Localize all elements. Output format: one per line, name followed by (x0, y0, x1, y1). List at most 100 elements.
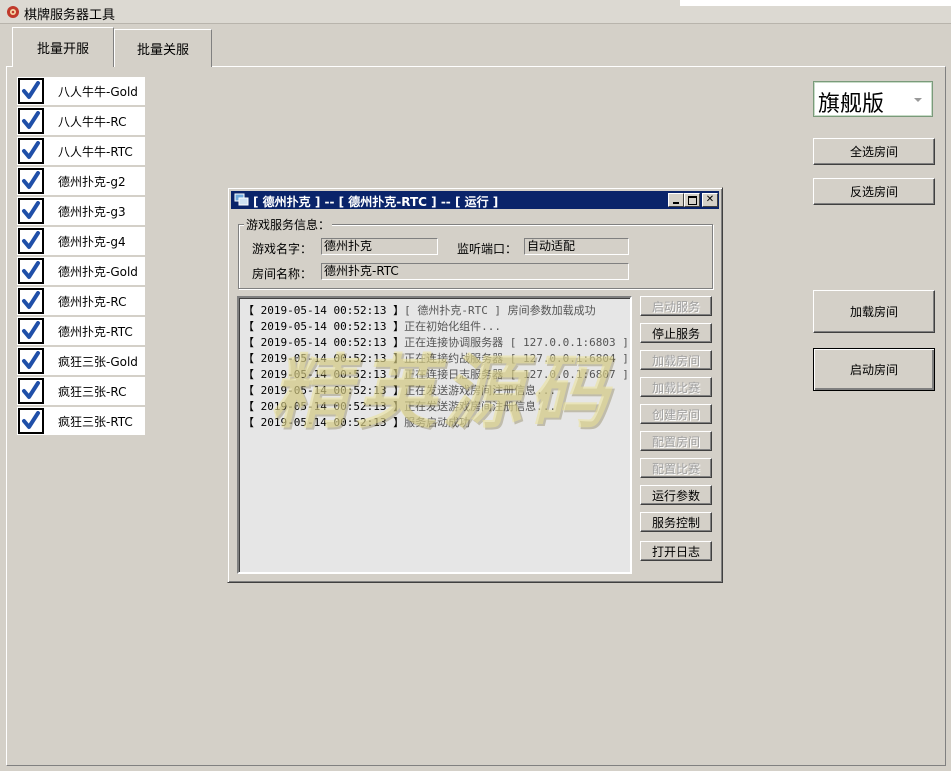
checkbox[interactable] (18, 228, 44, 254)
list-item-label: 疯狂三张-RC (58, 384, 127, 399)
window-title: 棋牌服务器工具 (24, 8, 116, 23)
tab-label: 批量开服 (36, 42, 89, 57)
list-item-label: 德州扑克-g4 (58, 234, 126, 249)
close-button[interactable]: ✕ (702, 193, 718, 207)
checkmark-icon (22, 81, 40, 99)
log-line: 【 2019-05-14 00:52:13 】服务启动成功 (243, 414, 470, 430)
load-room-button[interactable]: 加载房间 (640, 350, 712, 370)
checkbox[interactable] (18, 78, 44, 104)
log-panel[interactable]: 【 2019-05-14 00:52:13 】[ 德州扑克-RTC ] 房间参数… (237, 296, 632, 574)
checkmark-icon (22, 261, 40, 279)
log-line: 【 2019-05-14 00:52:13 】[ 德州扑克-RTC ] 房间参数… (243, 302, 596, 318)
checkbox[interactable] (18, 258, 44, 284)
maximize-button[interactable] (684, 193, 700, 207)
start-rooms-button[interactable]: 启动房间 (813, 348, 935, 391)
config-room-button[interactable]: 配置房间 (640, 431, 712, 451)
checkbox[interactable] (18, 318, 44, 344)
titlebar-strip (680, 0, 951, 6)
list-item[interactable]: 德州扑克-Gold (17, 257, 145, 285)
checkbox[interactable] (18, 288, 44, 314)
checkmark-icon (22, 351, 40, 369)
checkmark-icon (22, 171, 40, 189)
log-message: 正在初始化组件... (404, 320, 501, 333)
server-icon (234, 193, 249, 206)
log-message: 服务启动成功 (404, 416, 471, 429)
log-line: 【 2019-05-14 00:52:13 】正在初始化组件... (243, 318, 501, 334)
minimize-icon (673, 202, 679, 204)
checkmark-icon (22, 111, 40, 129)
tab-batch-stop[interactable]: 批量关服 (114, 29, 212, 67)
list-item[interactable]: 疯狂三张-Gold (17, 347, 145, 375)
log-time: 【 2019-05-14 00:52:13 】 (243, 304, 405, 317)
log-time: 【 2019-05-14 00:52:13 】 (243, 368, 405, 381)
list-item[interactable]: 德州扑克-RC (17, 287, 145, 315)
load-rooms-button[interactable]: 加载房间 (813, 290, 935, 333)
stop-service-button[interactable]: 停止服务 (640, 323, 712, 343)
service-dialog: [ 德州扑克 ] -- [ 德州扑克-RTC ] -- [ 运行 ] ✕ 游戏服… (227, 187, 723, 583)
tab-batch-start[interactable]: 批量开服 (12, 27, 114, 67)
checkmark-icon (22, 321, 40, 339)
list-item-label: 疯狂三张-RTC (58, 414, 133, 429)
list-item-label: 八人牛牛-RC (58, 114, 127, 129)
list-item-label: 德州扑克-RC (58, 294, 127, 309)
room-name-label: 房间名称： (252, 267, 313, 281)
log-message: 正在发送游戏房间注册信息... (404, 384, 556, 397)
run-params-button[interactable]: 运行参数 (640, 485, 712, 505)
minimize-button[interactable] (668, 193, 684, 207)
close-icon: ✕ (705, 194, 715, 205)
list-item-label: 八人牛牛-RTC (58, 144, 133, 159)
tab-label: 批量关服 (136, 43, 189, 58)
checkbox[interactable] (18, 168, 44, 194)
list-item[interactable]: 疯狂三张-RC (17, 377, 145, 405)
log-line: 【 2019-05-14 00:52:13 】正在连接协调服务器 [ 127.0… (243, 334, 629, 350)
list-item[interactable]: 疯狂三张-RTC (17, 407, 145, 435)
checkbox[interactable] (18, 408, 44, 434)
start-service-button[interactable]: 启动服务 (640, 296, 712, 316)
log-time: 【 2019-05-14 00:52:13 】 (243, 320, 405, 333)
open-log-button[interactable]: 打开日志 (640, 541, 712, 561)
checkmark-icon (22, 381, 40, 399)
edition-select[interactable]: 旗舰版 (813, 81, 933, 117)
list-item-label: 德州扑克-Gold (58, 264, 138, 279)
checkbox[interactable] (18, 198, 44, 224)
checkbox[interactable] (18, 378, 44, 404)
game-name-field[interactable]: 德州扑克 (321, 238, 438, 255)
load-match-button[interactable]: 加载比赛 (640, 377, 712, 397)
dialog-titlebar[interactable]: [ 德州扑克 ] -- [ 德州扑克-RTC ] -- [ 运行 ] ✕ (231, 191, 719, 209)
list-item-label: 疯狂三张-Gold (58, 354, 138, 369)
log-line: 【 2019-05-14 00:52:13 】正在连接约战服务器 [ 127.0… (243, 350, 629, 366)
log-line: 【 2019-05-14 00:52:13 】正在连接日志服务器 [ 127.0… (243, 366, 629, 382)
log-line: 【 2019-05-14 00:52:13 】正在发送游戏房间注册信息... (243, 398, 556, 414)
list-item[interactable]: 八人牛牛-RTC (17, 137, 145, 165)
room-name-field[interactable]: 德州扑克-RTC (321, 263, 629, 280)
port-field[interactable]: 自动适配 (524, 238, 629, 255)
checkmark-icon (22, 291, 40, 309)
create-room-button[interactable]: 创建房间 (640, 404, 712, 424)
list-item[interactable]: 八人牛牛-RC (17, 107, 145, 135)
service-control-button[interactable]: 服务控制 (640, 512, 712, 532)
log-line: 【 2019-05-14 00:52:13 】正在发送游戏房间注册信息... (243, 382, 556, 398)
edition-value: 旗舰版 (818, 92, 885, 117)
checkbox[interactable] (18, 108, 44, 134)
list-item[interactable]: 德州扑克-g4 (17, 227, 145, 255)
list-item-label: 德州扑克-g2 (58, 174, 126, 189)
invert-select-button[interactable]: 反选房间 (813, 178, 935, 205)
list-item[interactable]: 德州扑克-g2 (17, 167, 145, 195)
config-match-button[interactable]: 配置比赛 (640, 458, 712, 478)
select-all-button[interactable]: 全选房间 (813, 138, 935, 165)
checkmark-icon (22, 411, 40, 429)
chevron-down-icon[interactable] (914, 98, 922, 102)
list-item[interactable]: 德州扑克-g3 (17, 197, 145, 225)
log-message: 正在连接约战服务器 [ 127.0.0.1:6804 ] (404, 352, 629, 365)
list-item-label: 八人牛牛-Gold (58, 84, 138, 99)
log-time: 【 2019-05-14 00:52:13 】 (243, 384, 405, 397)
log-time: 【 2019-05-14 00:52:13 】 (243, 400, 405, 413)
list-item[interactable]: 八人牛牛-Gold (17, 77, 145, 105)
checkbox[interactable] (18, 348, 44, 374)
list-item[interactable]: 德州扑克-RTC (17, 317, 145, 345)
list-item-label: 德州扑克-g3 (58, 204, 126, 219)
game-name-label: 游戏名字： (252, 242, 313, 256)
checkbox[interactable] (18, 138, 44, 164)
log-time: 【 2019-05-14 00:52:13 】 (243, 336, 405, 349)
port-label: 监听端口： (457, 242, 518, 256)
